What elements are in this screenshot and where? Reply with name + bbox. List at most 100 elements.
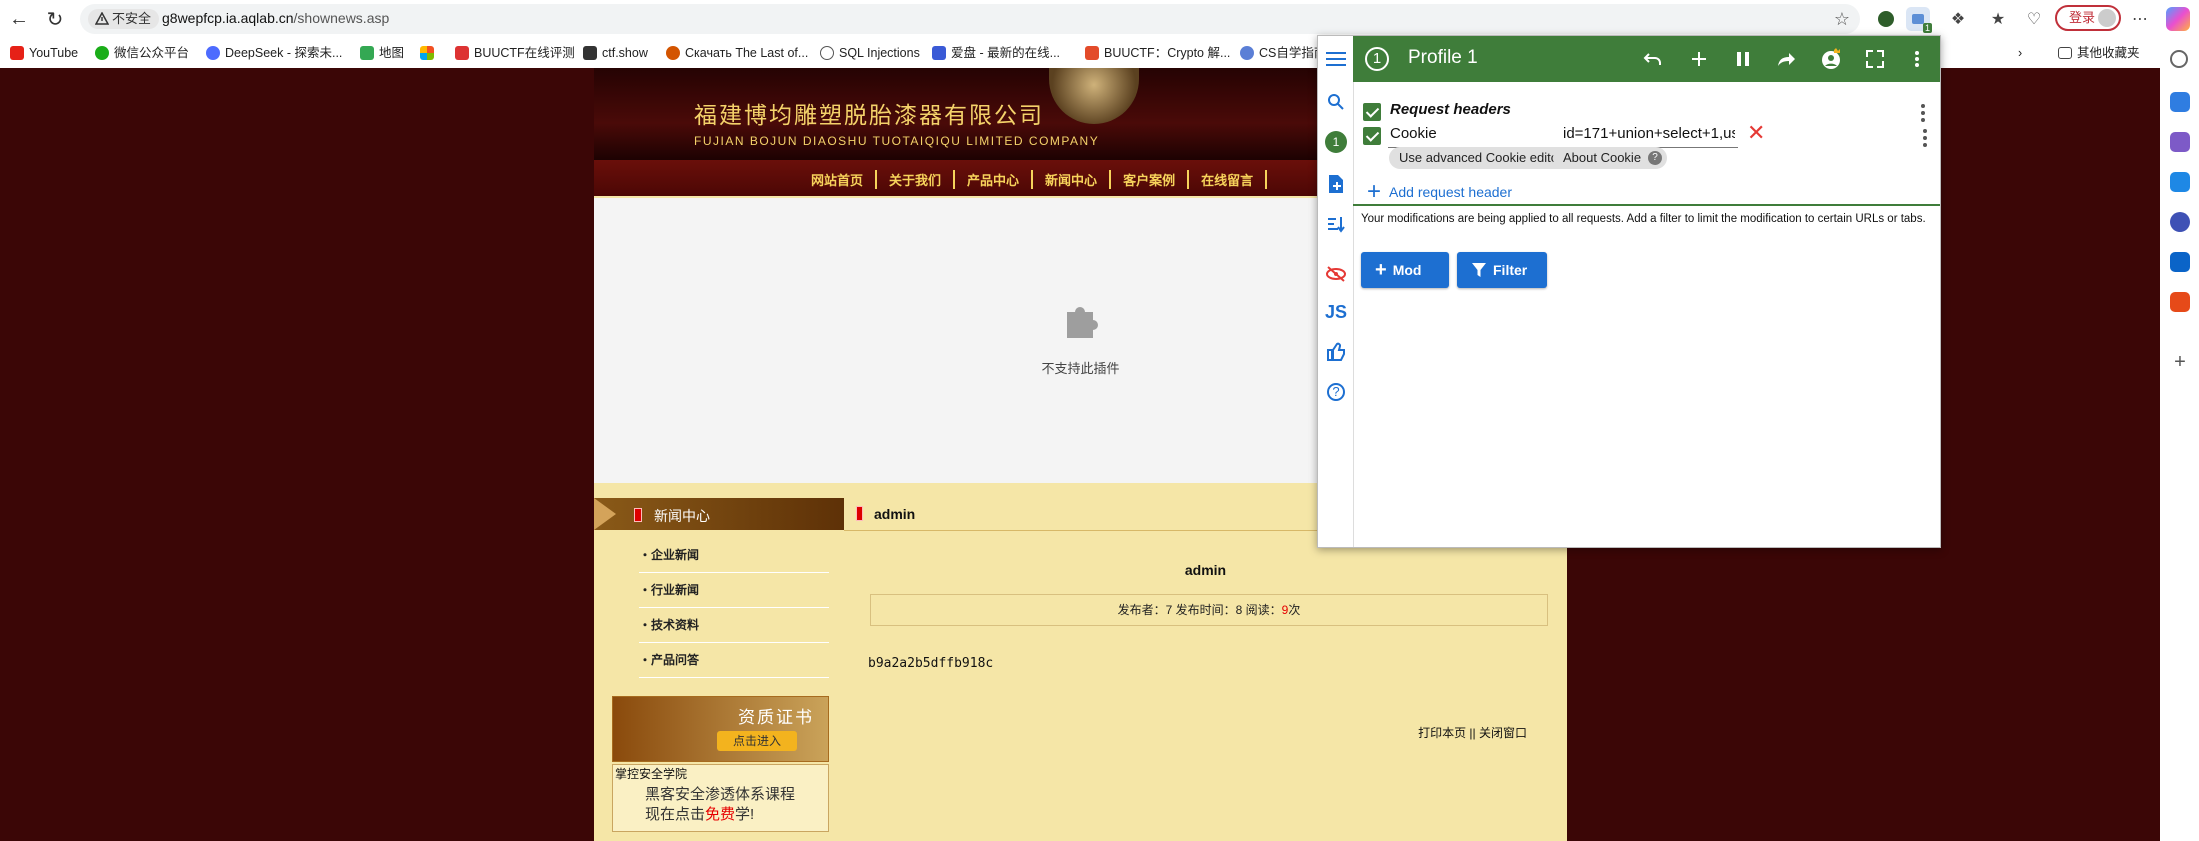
shopping-icon[interactable] [2170,92,2190,112]
bookmark-item[interactable]: Скачать The Last of... [666,44,808,62]
search-icon[interactable] [1324,90,1348,114]
javascript-icon[interactable]: JS [1324,300,1348,324]
m365-icon[interactable] [2170,212,2190,232]
article-meta: 发布者：7 发布时间：8 阅读：9次 [870,594,1548,626]
bookmark-star-icon[interactable]: ☆ [1834,9,1850,30]
security-indicator[interactable]: 不安全 [88,9,160,29]
bookmark-item[interactable]: 地图 [360,44,404,62]
share-icon[interactable] [1775,47,1799,71]
nav-message[interactable]: 在线留言 [1189,170,1268,189]
bookmark-label: DeepSeek - 探索未... [225,46,343,60]
section-more-icon[interactable] [1921,104,1925,125]
cs-guide-icon [1240,46,1254,60]
bookmark-label: 其他收藏夹 [2077,46,2140,60]
news-category-link[interactable]: ・产品问答 [639,643,829,678]
bookmark-item[interactable]: SQL Injections [820,44,920,62]
delete-header-icon[interactable]: ✕ [1747,122,1765,144]
account-icon[interactable] [1819,47,1843,71]
profile-name[interactable]: Profile 1 [1408,47,1478,69]
globe-icon [820,46,834,60]
about-cookie-chip[interactable]: About Cookie? [1553,147,1668,169]
more-vert-icon[interactable] [1905,47,1929,71]
chip-label: Use advanced Cookie editor [1399,150,1563,165]
bookmark-item[interactable]: 爱盘 - 最新的在线... [932,44,1060,62]
fullscreen-icon[interactable] [1863,47,1887,71]
chevron-right-icon[interactable]: › [2018,44,2022,62]
url-host: g8wepfcp.ia.aqlab.cn [162,10,294,26]
bookmark-item[interactable]: BUUCTF在线评测 [455,44,575,62]
more-menu-icon[interactable]: ⋯ [2128,7,2152,31]
bookmark-item[interactable]: 微信公众平台 [95,44,189,62]
nav-home[interactable]: 网站首页 [799,170,878,189]
news-category-label: 行业新闻 [651,583,700,597]
ad-line: 现在点击免费学! [645,803,754,824]
sort-icon[interactable] [1324,212,1348,236]
nav-cases[interactable]: 客户案例 [1111,170,1190,189]
modheader-extension-icon[interactable]: 1 [1906,7,1932,33]
pause-icon[interactable] [1731,47,1755,71]
folder-icon [2058,47,2072,59]
bookmark-label: YouTube [29,46,79,60]
news-category-link[interactable]: ・企业新闻 [639,538,829,573]
favorites-icon[interactable]: ★ [1986,7,2010,31]
login-button[interactable]: 登录 [2055,5,2121,31]
nav-about[interactable]: 关于我们 [877,170,956,189]
extensions-puzzle-icon[interactable]: ❖ [1946,7,1970,31]
bookmark-item[interactable]: YouTube [10,44,78,62]
games-icon[interactable] [2170,292,2190,312]
copilot-icon[interactable] [2166,7,2190,31]
request-headers-checkbox[interactable] [1363,103,1381,121]
bookmark-item[interactable]: DeepSeek - 探索未... [206,44,342,62]
profile-1-icon[interactable]: 1 [1324,130,1348,154]
plus-icon: + [1375,259,1387,281]
header-enabled-checkbox[interactable] [1363,127,1381,145]
profile-number-badge: 1 [1365,47,1389,71]
search-icon[interactable] [2170,50,2188,68]
help-icon[interactable]: ? [1324,380,1348,404]
plus-icon: + [1367,178,1382,205]
modification-note: Your modifications are being applied to … [1361,213,1926,225]
undo-icon[interactable] [1641,47,1665,71]
news-category-link[interactable]: ・技术资料 [639,608,829,643]
header-more-icon[interactable] [1923,129,1927,150]
header-value-field[interactable]: id=171+union+select+1,username [1563,125,1735,142]
enter-button[interactable]: 点击进入 [717,731,797,751]
bookmark-item[interactable] [420,44,434,62]
bookmark-label: SQL Injections [839,46,920,60]
url-text[interactable]: g8wepfcp.ia.aqlab.cn/shownews.asp [162,10,389,26]
thumbs-up-icon[interactable] [1324,340,1348,364]
news-category-link[interactable]: ・行业新闻 [639,573,829,608]
address-bar[interactable]: 不安全 g8wepfcp.ia.aqlab.cn/shownews.asp ☆ [80,4,1860,34]
outlook-icon[interactable] [2170,252,2190,272]
back-icon[interactable]: ← [6,6,32,32]
add-request-header-button[interactable]: + Add request header [1367,178,1512,205]
article-footer-links[interactable]: 打印本页 || 关闭窗口 [1418,724,1527,741]
nav-products[interactable]: 产品中心 [955,170,1034,189]
add-filter-button[interactable]: Filter [1457,252,1547,288]
bookmark-item[interactable]: CS自学指南 [1240,44,1326,62]
add-profile-icon[interactable] [1324,172,1348,196]
bookmark-item[interactable]: BUUCTF：Crypto 解... [1085,44,1230,62]
send-icon[interactable] [2170,172,2190,192]
add-icon[interactable]: + [2170,352,2190,372]
ad-line: 黑客安全渗透体系课程 [645,786,796,803]
reload-icon[interactable]: ↻ [42,6,68,32]
youtube-icon [10,46,24,60]
bookmark-item[interactable]: ctf.show [583,44,648,62]
hamburger-menu-icon[interactable] [1324,47,1348,71]
modheader-popup: 1 JS ? 1 Profile 1 Request headers Cooki… [1317,35,1941,548]
article-column: admin admin 发布者：7 发布时间：8 阅读：9次 b9a2a2b5d… [844,498,1567,841]
ad-banner[interactable]: 掌控安全学院 黑客安全渗透体系课程 现在点击免费学! [612,764,829,832]
bookmark-label: BUUCTF在线评测 [474,46,575,60]
certificate-banner[interactable]: 资质证书 点击进入 [612,696,829,762]
other-bookmarks[interactable]: 其他收藏夹 [2058,44,2140,62]
add-mod-button[interactable]: + Mod [1361,252,1449,288]
hide-eye-icon[interactable] [1324,262,1348,286]
browser-essentials-icon[interactable]: ♡ [2022,7,2046,31]
tools-icon[interactable] [2170,132,2190,152]
news-center-title: 新闻中心 [654,508,710,524]
nav-news[interactable]: 新闻中心 [1033,170,1112,189]
header-name-field[interactable]: Cookie [1390,125,1437,142]
extension-green-icon[interactable] [1874,7,1898,31]
add-icon[interactable] [1687,47,1711,71]
